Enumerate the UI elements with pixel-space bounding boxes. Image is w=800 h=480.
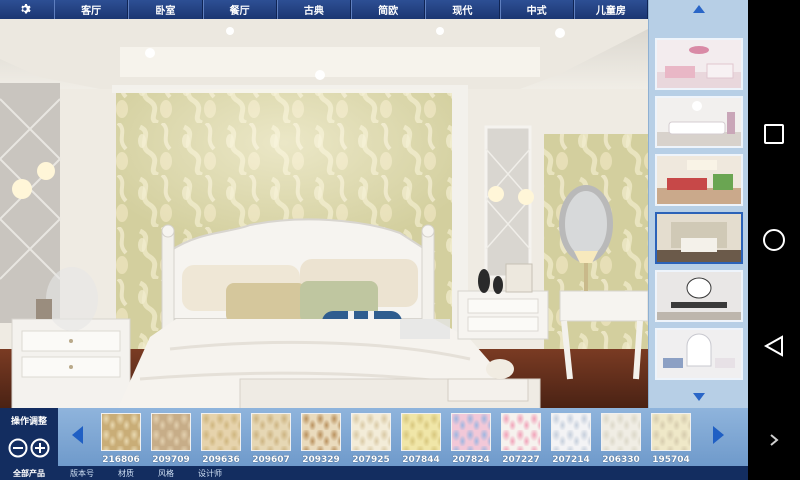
swatch-code: 216806 (102, 455, 140, 465)
zoom-in-button[interactable] (30, 438, 50, 458)
swatch-code: 209607 (252, 455, 290, 465)
swatch-item[interactable]: 209607 (248, 413, 294, 465)
chevron-right-icon (713, 426, 724, 444)
chevron-up-icon (693, 5, 705, 13)
back-button[interactable] (762, 334, 786, 358)
swatch-item[interactable]: 207925 (348, 413, 394, 465)
thumbs-scroll-up-button[interactable] (649, 0, 749, 18)
tab-dining-room[interactable]: 餐厅 (202, 0, 277, 19)
swatch-item[interactable]: 207227 (498, 413, 544, 465)
swatch-code: 207844 (402, 455, 440, 465)
operation-adjust-label: 操作调整 (10, 417, 47, 427)
square-icon (764, 124, 784, 144)
recents-button[interactable] (762, 122, 786, 146)
gear-icon (21, 3, 31, 14)
tab-modern[interactable]: 现代 (425, 0, 500, 19)
tab-bedroom[interactable]: 卧室 (128, 0, 203, 19)
swatches-next-button[interactable] (710, 424, 726, 446)
minus-circle-icon (8, 438, 28, 458)
swatch-image (351, 413, 391, 451)
thumb-kids-room[interactable] (655, 38, 743, 90)
swatch-image (301, 413, 341, 451)
swatch-image (201, 413, 241, 451)
swatch-item[interactable]: 207824 (448, 413, 494, 465)
swatch-item[interactable]: 209329 (298, 413, 344, 465)
swatch-image (501, 413, 541, 451)
swatch-code: 209329 (302, 455, 340, 465)
swatch-image (551, 413, 591, 451)
category-tabs: 客厅 卧室 餐厅 古典 简欧 现代 中式 儿童房 (54, 0, 648, 19)
thumb-lounge-white[interactable] (655, 328, 743, 380)
filter-material[interactable]: 材质 (106, 466, 146, 480)
swatch-item[interactable]: 206330 (598, 413, 644, 465)
home-button[interactable] (762, 228, 786, 252)
swatch-item[interactable]: 195704 (648, 413, 694, 465)
room-preview[interactable] (0, 19, 648, 408)
tab-classical[interactable]: 古典 (276, 0, 351, 19)
settings-button[interactable] (0, 0, 54, 19)
chevron-left-icon (72, 426, 83, 444)
filter-designer[interactable]: 设计师 (186, 466, 234, 480)
more-button[interactable] (766, 428, 782, 452)
triangle-back-icon (763, 335, 783, 357)
chevron-down-icon (693, 393, 705, 401)
swatch-code: 209709 (152, 455, 190, 465)
swatch-code: 207925 (352, 455, 390, 465)
swatch-code: 207227 (502, 455, 540, 465)
zoom-out-button[interactable] (8, 438, 28, 458)
thumb-image (657, 272, 741, 320)
swatch-image (401, 413, 441, 451)
swatch-code: 206330 (602, 455, 640, 465)
product-filter-bar: 版本号 材质 风格 设计师 (58, 466, 748, 480)
swatch-image (151, 413, 191, 451)
swatch-code: 195704 (652, 455, 690, 465)
all-products-button[interactable]: 全部产品 (0, 468, 58, 479)
swatch-item[interactable]: 207844 (398, 413, 444, 465)
bedroom-scene-image (0, 19, 648, 408)
thumb-image (657, 330, 741, 378)
thumb-dining-room[interactable] (655, 270, 743, 322)
thumb-image (657, 156, 741, 204)
swatch-item[interactable]: 209636 (198, 413, 244, 465)
swatch-code: 207824 (452, 455, 490, 465)
swatches-prev-button[interactable] (70, 424, 86, 446)
swatch-code: 207214 (552, 455, 590, 465)
filter-style[interactable]: 风格 (146, 466, 186, 480)
scene-thumbnail-list[interactable] (648, 0, 748, 408)
tab-chinese[interactable]: 中式 (499, 0, 574, 19)
thumbs-scroll-down-button[interactable] (649, 388, 749, 406)
operation-panel: 操作调整 全部产品 (0, 408, 58, 480)
thumb-image (657, 40, 741, 88)
plus-circle-icon (30, 438, 50, 458)
thumb-image (657, 214, 741, 262)
thumb-living-room-white[interactable] (655, 96, 743, 148)
thumb-bedroom-classic[interactable] (655, 212, 743, 264)
tab-kids-room[interactable]: 儿童房 (573, 0, 648, 19)
swatch-image (651, 413, 691, 451)
swatch-code: 209636 (202, 455, 240, 465)
swatch-item[interactable]: 207214 (548, 413, 594, 465)
circle-icon (763, 229, 785, 251)
filter-version[interactable]: 版本号 (58, 466, 106, 480)
wallpaper-swatch-strip: 216806 209709 209636 209607 209329 20792… (58, 408, 748, 466)
tab-living-room[interactable]: 客厅 (54, 0, 129, 19)
chevron-right-icon (770, 434, 779, 446)
swatch-image (251, 413, 291, 451)
thumb-living-room-colorful[interactable] (655, 154, 743, 206)
swatch-image (601, 413, 641, 451)
tab-simple-european[interactable]: 简欧 (351, 0, 426, 19)
android-navigation-bar (748, 0, 800, 480)
swatch-item[interactable]: 216806 (98, 413, 144, 465)
swatch-image (451, 413, 491, 451)
swatch-item[interactable]: 209709 (148, 413, 194, 465)
swatch-image (101, 413, 141, 451)
thumb-image (657, 98, 741, 146)
category-tab-bar: 客厅 卧室 餐厅 古典 简欧 现代 中式 儿童房 (0, 0, 648, 19)
